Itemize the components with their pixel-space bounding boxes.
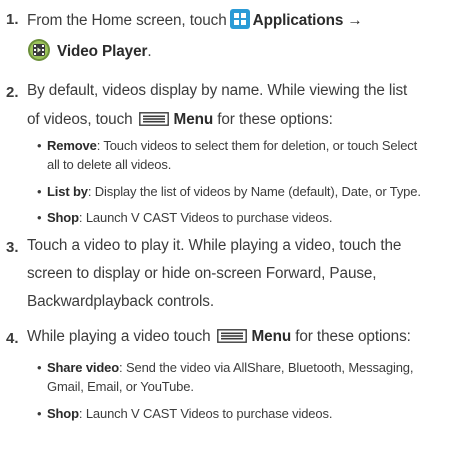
bullet-term: Shop	[47, 210, 79, 225]
bullet-text: : Display the list of videos by Name (de…	[87, 184, 421, 199]
bullet-shop: • Shop: Launch V CAST Videos to purchase …	[37, 406, 333, 421]
step-number: 2.	[6, 84, 19, 101]
step-text: .	[147, 43, 152, 60]
step-text: for these options:	[213, 111, 333, 128]
step-3-line-2: screen to display or hide on-screen Forw…	[27, 265, 377, 282]
manual-page: 1. From the Home screen, touch Applicatio…	[0, 0, 469, 450]
bullet-share-video-cont: Gmail, Email, or YouTube.	[47, 379, 194, 394]
video-player-label: Video Player	[57, 43, 148, 60]
step-text: From the Home screen, touch	[27, 12, 227, 29]
step-number: 1.	[6, 11, 19, 28]
bullet-share-video: • Share video: Send the video via AllShar…	[37, 360, 414, 375]
step-number: 3.	[6, 239, 19, 256]
bullet-text: : Launch V CAST Videos to purchase video…	[78, 406, 333, 421]
menu-label: Menu	[251, 328, 292, 345]
step-4-line-1: While playing a video touch Menu for thes…	[27, 328, 411, 346]
bullet-text: : Touch videos to select them for deleti…	[96, 138, 418, 153]
bullet-text: : Launch V CAST Videos to purchase video…	[78, 210, 333, 225]
bullet-term: Shop	[47, 406, 79, 421]
menu-key-icon	[138, 112, 169, 126]
menu-key-icon	[216, 329, 247, 343]
bullet-list-by: • List by: Display the list of videos by …	[37, 184, 421, 199]
step-text: for these options:	[291, 328, 411, 345]
step-2-line-2: of videos, touch Menu for these options:	[27, 111, 333, 129]
applications-grid-icon	[229, 9, 250, 29]
bullet-text: : Send the video via AllShare, Bluetooth…	[119, 360, 414, 375]
bullet-term: Remove	[47, 138, 97, 153]
menu-label: Menu	[173, 111, 214, 128]
applications-label: Applications →	[252, 12, 363, 29]
step-number: 4.	[6, 330, 19, 347]
bullet-shop: • Shop: Launch V CAST Videos to purchase …	[37, 210, 333, 225]
step-3-line-1: Touch a video to play it. While playing …	[27, 237, 402, 254]
bullet-remove: • Remove: Touch videos to select them for…	[37, 138, 418, 153]
step-text: of videos, touch	[27, 111, 133, 128]
bullet-remove-cont: all to delete all videos.	[47, 157, 172, 172]
video-player-icon	[27, 38, 51, 62]
step-2-line-1: By default, videos display by name. Whil…	[27, 82, 408, 99]
step-3-line-3: Backwardplayback controls.	[27, 293, 214, 310]
step-1-line-2: Video Player.	[27, 38, 152, 62]
step-text: While playing a video touch	[27, 328, 211, 345]
bullet-term: List by	[47, 184, 88, 199]
bullet-term: Share video	[47, 360, 120, 375]
step-1-line-1: From the Home screen, touch Applications …	[27, 9, 363, 30]
